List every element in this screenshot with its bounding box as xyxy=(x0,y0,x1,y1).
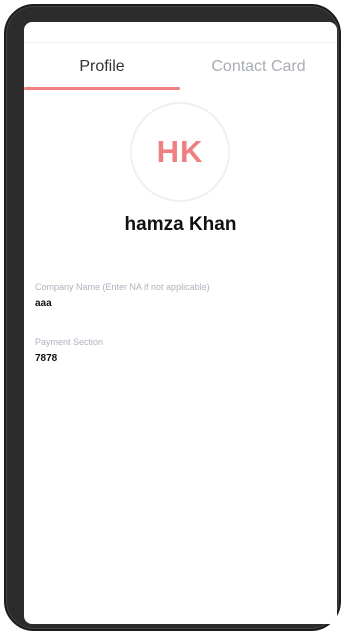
profile-tabs: Profile Contact Card xyxy=(24,44,337,90)
company-name-label: Company Name (Enter NA if not applicable… xyxy=(35,282,210,292)
header-divider xyxy=(24,42,337,43)
company-name-field: Company Name (Enter NA if not applicable… xyxy=(35,281,327,311)
active-tab-indicator xyxy=(24,87,180,90)
payment-section-value: 7878 xyxy=(35,353,58,364)
user-name: hamza Khan xyxy=(124,214,237,235)
avatar-initials: HK xyxy=(156,134,204,169)
app-screen: Profile Contact Card HK hamza Khan Compa… xyxy=(24,22,337,624)
payment-section-label: Payment Section xyxy=(35,337,104,347)
payment-section-field: Payment Section 7878 xyxy=(35,336,327,366)
tab-profile[interactable]: Profile xyxy=(24,44,180,90)
avatar: HK xyxy=(130,102,230,202)
phone-frame: Profile Contact Card HK hamza Khan Compa… xyxy=(4,4,341,631)
company-name-value: aaa xyxy=(35,298,52,309)
tab-contact-card[interactable]: Contact Card xyxy=(180,44,337,90)
